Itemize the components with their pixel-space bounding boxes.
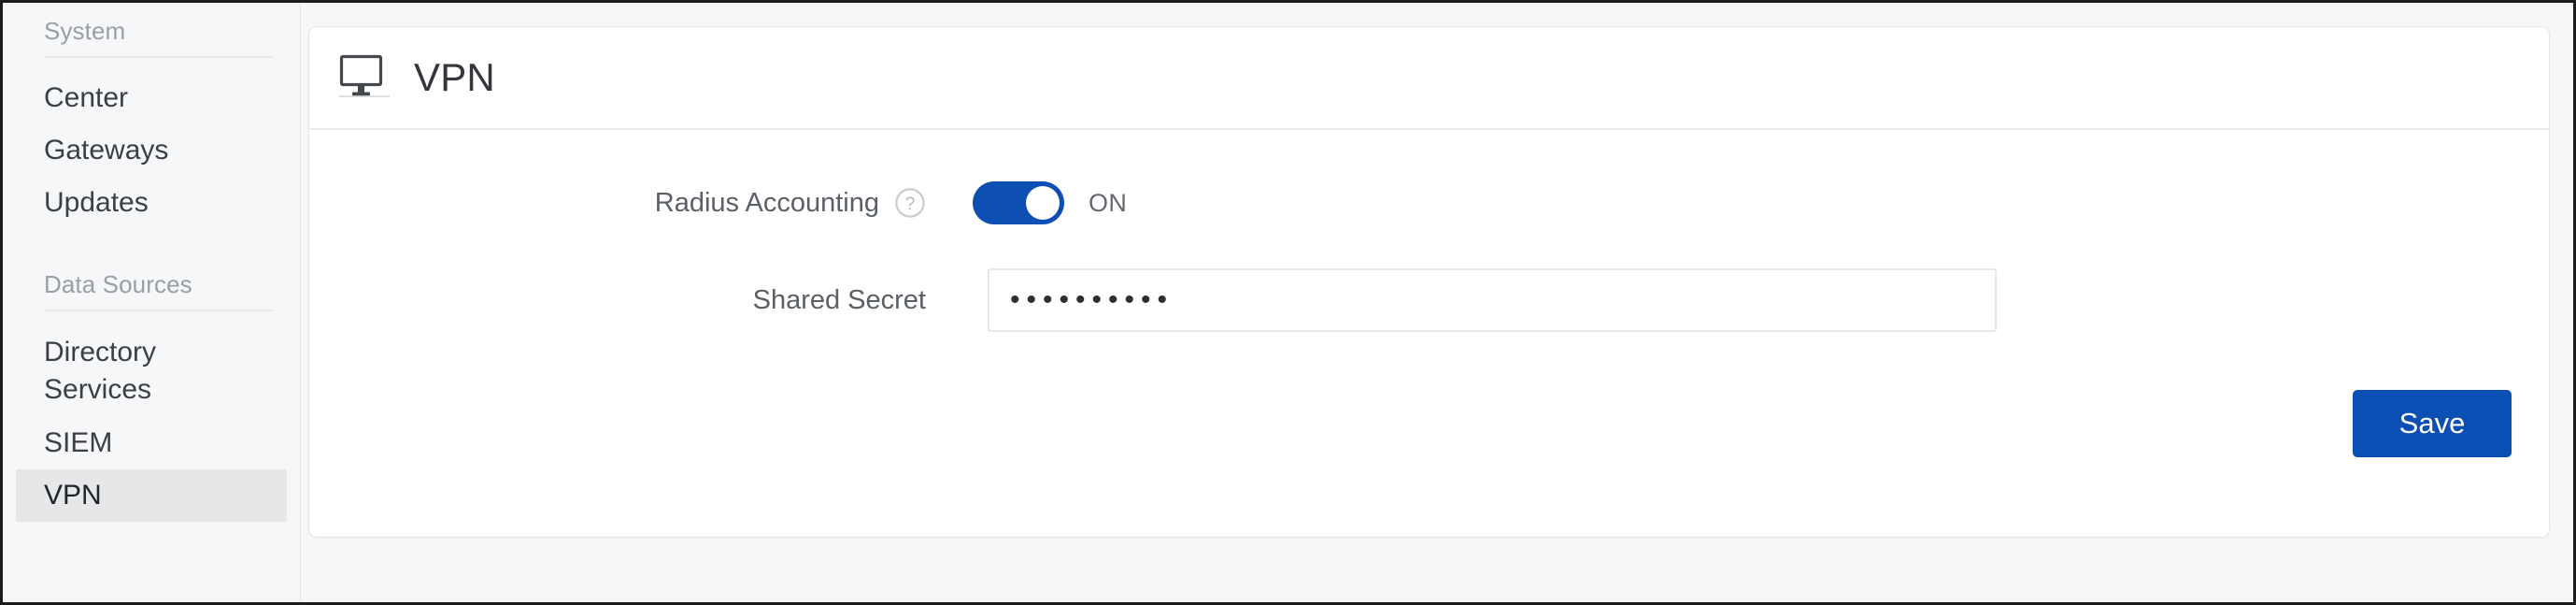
sidebar-item-center[interactable]: Center (16, 72, 287, 124)
sidebar-item-updates[interactable]: Updates (16, 177, 287, 229)
shared-secret-input[interactable]: •••••••••• (988, 268, 1997, 332)
radius-accounting-label: Radius Accounting (654, 188, 879, 218)
toggle-knob (1026, 186, 1060, 220)
sidebar-item-vpn[interactable]: VPN (16, 469, 287, 522)
shared-secret-label: Shared Secret (752, 285, 926, 315)
sidebar-section-header-system: System (44, 16, 274, 58)
radius-accounting-control: ON (973, 181, 1127, 224)
sidebar-item-directory-services[interactable]: Directory Services (16, 325, 287, 417)
sidebar-section-header-data-sources: Data Sources (44, 269, 274, 311)
sidebar-item-gateways[interactable]: Gateways (16, 124, 287, 177)
radius-accounting-toggle[interactable] (973, 181, 1064, 224)
card-body: Radius Accounting ? ON Shared Secret •••… (309, 130, 2549, 537)
help-circle-icon[interactable]: ? (894, 187, 926, 219)
radius-accounting-label-group: Radius Accounting ? (309, 186, 926, 220)
radius-accounting-row: Radius Accounting ? ON (309, 177, 2549, 229)
save-button[interactable]: Save (2353, 390, 2512, 457)
sidebar-item-siem[interactable]: SIEM (16, 417, 287, 469)
app-window: System Center Gateways Updates Data Sour… (0, 0, 2576, 605)
vpn-settings-card: VPN Radius Accounting ? ON Shared Secret… (308, 26, 2550, 538)
toggle-state-label: ON (1089, 189, 1128, 217)
shared-secret-control: •••••••••• (988, 268, 1997, 332)
sidebar: System Center Gateways Updates Data Sour… (3, 3, 301, 602)
page-title: VPN (414, 55, 495, 99)
shared-secret-row: Shared Secret •••••••••• (309, 266, 2549, 334)
card-header: VPN (309, 27, 2549, 130)
svg-text:?: ? (905, 194, 916, 214)
monitor-icon (339, 54, 390, 97)
shared-secret-label-group: Shared Secret (309, 283, 926, 317)
